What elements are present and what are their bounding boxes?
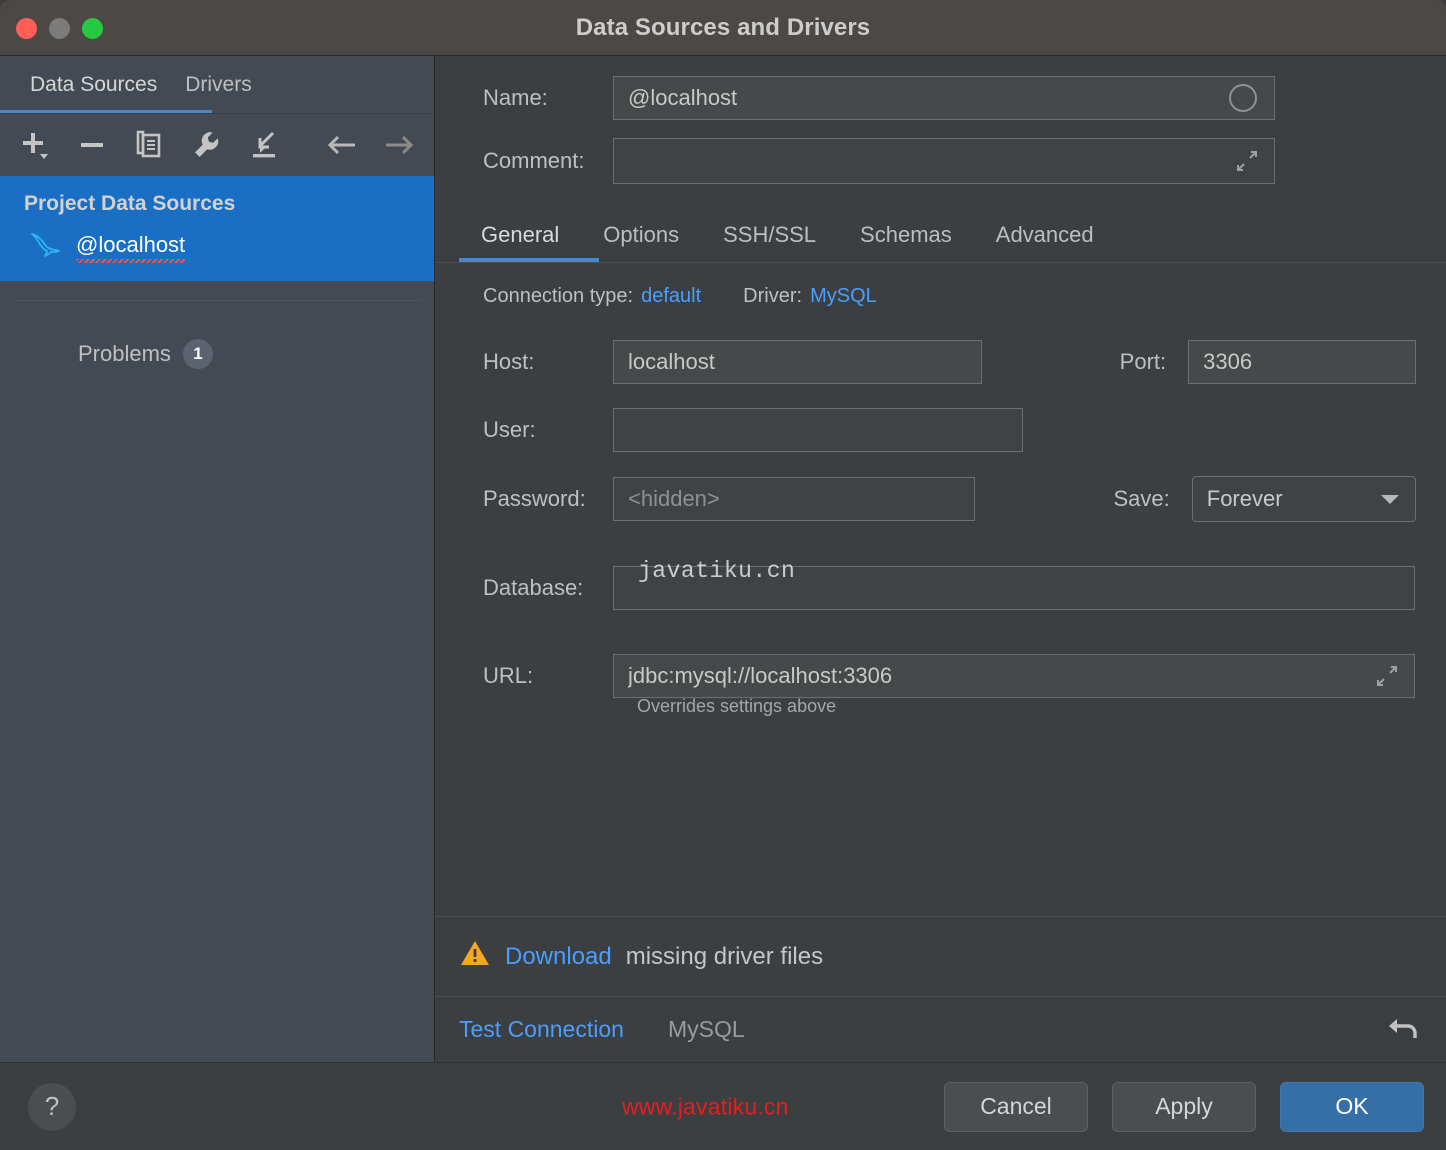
wrench-icon[interactable] — [188, 126, 225, 164]
port-input-value: 3306 — [1203, 349, 1253, 374]
password-input-placeholder: <hidden> — [628, 486, 720, 511]
data-sources-dialog: Data Sources and Drivers Data Sources Dr… — [0, 0, 1446, 1150]
window-controls — [16, 0, 103, 56]
user-input[interactable] — [613, 408, 1023, 452]
color-swatch-icon[interactable] — [1226, 81, 1260, 115]
tree-item-label: @localhost — [76, 232, 186, 263]
sidebar-tab-data-sources[interactable]: Data Sources — [16, 56, 171, 114]
sidebar-tab-indicator — [0, 110, 212, 114]
dialog-body: Data Sources Drivers Project Data Source… — [0, 56, 1446, 1062]
url-hint: Overrides settings above — [637, 696, 837, 716]
download-driver-link[interactable]: Download — [505, 943, 612, 971]
driver-label: Driver: — [743, 285, 803, 307]
url-row: URL: jdbc:mysql://localhost:3306 — [459, 654, 1416, 698]
settings-tab-indicator — [459, 258, 599, 262]
connection-type-label: Connection type: — [483, 285, 634, 307]
sidebar: Data Sources Drivers Project Data Source… — [0, 56, 435, 1062]
password-save-row: Password: <hidden> Save: Forever — [459, 476, 1416, 522]
apply-button[interactable]: Apply — [1112, 1081, 1256, 1132]
problems-label: Problems — [78, 341, 171, 366]
save-mode-value: Forever — [1206, 486, 1283, 511]
import-icon[interactable] — [246, 126, 283, 164]
url-input[interactable]: jdbc:mysql://localhost:3306 — [613, 654, 1415, 698]
connection-info-row: Connection type: default Driver: MySQL — [459, 285, 1416, 308]
undo-arrow-icon[interactable] — [1384, 1009, 1424, 1050]
download-notice-text: missing driver files — [625, 942, 824, 970]
ok-button[interactable]: OK — [1280, 1081, 1424, 1132]
arrow-left-icon[interactable] — [323, 126, 360, 164]
help-button[interactable]: ? — [28, 1082, 76, 1131]
comment-row: Comment: — [459, 138, 1416, 184]
mysql-dolphin-icon — [26, 228, 62, 263]
close-window-button[interactable] — [16, 17, 37, 39]
tab-schemas[interactable]: Schemas — [838, 216, 974, 262]
identity-fields: Name: @localhost Comment: — [435, 56, 1446, 202]
sidebar-tab-drivers[interactable]: Drivers — [171, 56, 266, 114]
url-input-value: jdbc:mysql://localhost:3306 — [628, 663, 893, 688]
copy-icon[interactable] — [131, 126, 168, 164]
name-input-value: @localhost — [628, 85, 738, 110]
name-input[interactable]: @localhost — [613, 76, 1275, 120]
sidebar-toolbar — [0, 114, 434, 176]
footer-watermark: www.javatiku.cn — [622, 1093, 789, 1119]
chevron-down-icon — [1379, 486, 1401, 512]
driver-download-notice: Download missing driver files — [435, 916, 1446, 996]
sidebar-item-problems[interactable]: Problems 1 — [0, 301, 434, 369]
minimize-window-button[interactable] — [49, 17, 70, 39]
url-label: URL: — [483, 663, 534, 688]
test-connection-bar: Test Connection MySQL — [435, 996, 1446, 1062]
password-input[interactable]: <hidden> — [613, 477, 976, 521]
user-row: User: — [459, 408, 1416, 452]
expand-url-editor-icon[interactable] — [1374, 663, 1400, 689]
warning-triangle-icon — [459, 939, 491, 974]
host-label: Host: — [483, 349, 535, 374]
tab-options[interactable]: Options — [581, 216, 701, 262]
sidebar-empty-space — [0, 369, 434, 1062]
general-tab-pane: Connection type: default Driver: MySQL H… — [435, 263, 1446, 916]
password-label: Password: — [483, 486, 586, 511]
host-input[interactable]: localhost — [613, 340, 982, 384]
database-row: Database: — [459, 566, 1416, 610]
maximize-window-button[interactable] — [82, 17, 103, 39]
window-title: Data Sources and Drivers — [575, 13, 871, 41]
settings-tabbar: General Options SSH/SSL Schemas Advanced — [435, 202, 1446, 262]
tree-group-label: Project Data Sources — [24, 192, 236, 215]
user-label: User: — [483, 417, 536, 442]
dialog-footer: ? www.javatiku.cn Cancel Apply OK — [0, 1062, 1446, 1150]
problems-count-badge: 1 — [182, 339, 213, 369]
comment-input[interactable] — [613, 138, 1275, 184]
connection-type-value[interactable]: default — [641, 285, 701, 308]
remove-icon[interactable] — [73, 126, 110, 164]
add-icon[interactable] — [16, 126, 53, 164]
tree-item-localhost[interactable]: @localhost — [0, 224, 434, 267]
tab-advanced[interactable]: Advanced — [974, 216, 1116, 262]
sidebar-tabbar: Data Sources Drivers — [0, 56, 434, 114]
comment-label: Comment: — [483, 148, 585, 173]
save-mode-select[interactable]: Forever — [1191, 476, 1416, 522]
database-label: Database: — [483, 575, 584, 600]
database-input[interactable] — [613, 566, 1415, 610]
host-port-row: Host: localhost Port: 3306 — [459, 340, 1416, 384]
name-label: Name: — [483, 85, 548, 110]
titlebar: Data Sources and Drivers — [0, 0, 1446, 56]
tree-group-project-data-sources[interactable]: Project Data Sources @localhost — [0, 176, 434, 281]
expand-editor-icon[interactable] — [1234, 148, 1260, 174]
test-connection-link[interactable]: Test Connection — [459, 1016, 624, 1043]
save-label: Save: — [1113, 486, 1170, 511]
main-panel: Name: @localhost Comment: General Option… — [435, 56, 1446, 1062]
host-input-value: localhost — [628, 349, 715, 374]
tab-ssh-ssl[interactable]: SSH/SSL — [701, 216, 838, 262]
test-driver-name: MySQL — [667, 1016, 745, 1042]
name-row: Name: @localhost — [459, 76, 1416, 120]
cancel-button[interactable]: Cancel — [944, 1081, 1088, 1132]
tab-general[interactable]: General — [459, 216, 581, 262]
data-source-tree: Project Data Sources @localhost — [0, 176, 434, 281]
arrow-right-icon[interactable] — [381, 126, 418, 164]
driver-value[interactable]: MySQL — [810, 285, 877, 308]
port-label: Port: — [1119, 349, 1167, 374]
port-input[interactable]: 3306 — [1188, 340, 1416, 384]
